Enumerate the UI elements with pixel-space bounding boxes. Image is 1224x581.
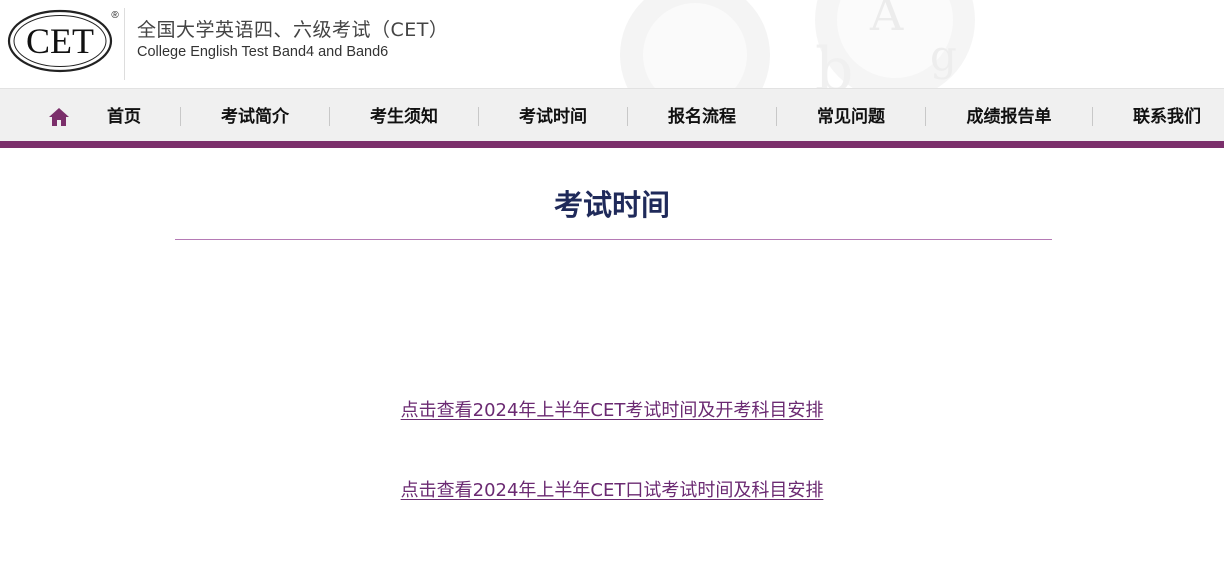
cet-logo[interactable]: CET ® (6, 4, 122, 74)
nav-separator (776, 107, 777, 126)
site-title-chinese: 全国大学英语四、六级考试（CET） (137, 19, 449, 41)
nav-item-score-report[interactable]: 成绩报告单 (967, 104, 1052, 130)
link-item: 点击查看2024年上半年CET口试考试时间及科目安排 (0, 478, 1224, 504)
svg-text:g: g (930, 31, 957, 80)
nav-item-registration-process[interactable]: 报名流程 (668, 104, 736, 130)
home-icon[interactable] (47, 106, 71, 128)
svg-text:A: A (869, 0, 904, 41)
nav-accent-bar (0, 141, 1224, 148)
exam-schedule-link[interactable]: 点击查看2024年上半年CET考试时间及开考科目安排 (401, 400, 824, 421)
nav-item-home[interactable]: 首页 (107, 104, 141, 130)
svg-text:b: b (815, 35, 853, 88)
nav-item-candidate-notice[interactable]: 考生须知 (370, 104, 438, 130)
nav-separator (478, 107, 479, 126)
nav-item-exam-time[interactable]: 考试时间 (519, 104, 587, 130)
site-header: A g b CET ® 全国大学英语四、六级考试（CET） College En… (0, 0, 1224, 88)
nav-separator (329, 107, 330, 126)
nav-separator (925, 107, 926, 126)
nav-separator (627, 107, 628, 126)
nav-separator (180, 107, 181, 126)
nav-item-faq[interactable]: 常见问题 (817, 104, 885, 130)
nav-separator (1092, 107, 1093, 126)
site-title-english: College English Test Band4 and Band6 (137, 44, 389, 60)
oral-exam-schedule-link[interactable]: 点击查看2024年上半年CET口试考试时间及科目安排 (401, 480, 824, 501)
link-item: 点击查看2024年上半年CET考试时间及开考科目安排 (0, 398, 1224, 424)
svg-text:CET: CET (26, 21, 94, 61)
nav-item-exam-intro[interactable]: 考试简介 (221, 104, 289, 130)
nav-item-contact-us[interactable]: 联系我们 (1133, 104, 1201, 130)
svg-text:®: ® (111, 10, 119, 21)
page-title: 考试时间 (553, 188, 670, 222)
header-decoration-image: A g b (620, 0, 975, 88)
logo-divider (124, 8, 125, 80)
title-divider (175, 239, 1052, 240)
